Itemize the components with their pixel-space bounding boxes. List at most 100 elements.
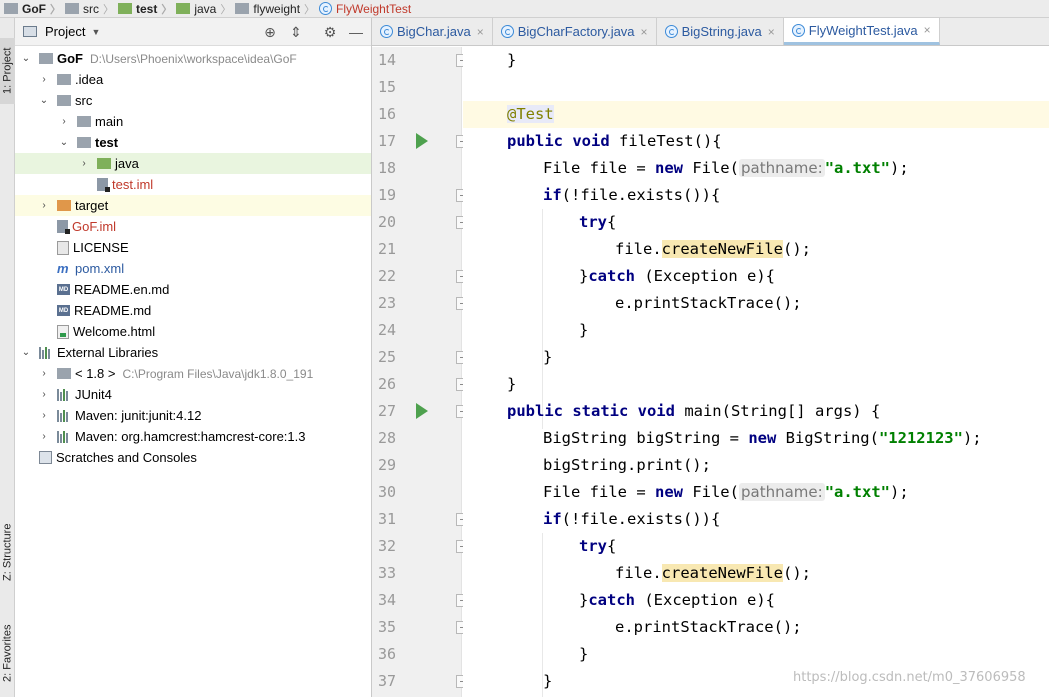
tab-bigchar[interactable]: BigChar.java × [372, 18, 493, 45]
tree-row-java[interactable]: › java [15, 153, 371, 174]
chevron-down-icon[interactable]: ▼ [91, 27, 100, 37]
line-number: 21 [377, 240, 396, 258]
chevron-right-icon[interactable]: › [39, 389, 49, 400]
hide-icon[interactable]: — [347, 23, 365, 41]
breadcrumb-item-flyweight[interactable]: flyweight 〉 [235, 1, 319, 17]
breadcrumb-item-gof[interactable]: GoF 〉 [4, 1, 65, 17]
editor-gutter: 14 15 16 17 18 19 20 21 22 23 24 25 26 2… [372, 47, 469, 697]
chevron-right-icon[interactable]: › [79, 158, 89, 169]
chevron-right-icon[interactable]: › [39, 431, 49, 442]
chevron-right-icon[interactable]: › [39, 410, 49, 421]
line-number: 29 [377, 456, 396, 474]
tree-path: D:\Users\Phoenix\workspace\idea\GoF [90, 51, 297, 66]
folder-icon [77, 137, 91, 148]
tree-label: pom.xml [75, 261, 125, 276]
tree-label: .idea [75, 72, 104, 87]
tree-row-junit4[interactable]: › JUnit4 [15, 384, 371, 405]
tree-row-external-libraries[interactable]: ⌄ External Libraries [15, 342, 371, 363]
tree-label: Maven: org.hamcrest:hamcrest-core:1.3 [75, 429, 306, 444]
chevron-right-icon: 〉 [304, 3, 316, 16]
tree-row-license[interactable]: LICENSE [15, 237, 371, 258]
tree-label: Maven: junit:junit:4.12 [75, 408, 202, 423]
run-main-icon[interactable] [416, 403, 428, 419]
chevron-right-icon[interactable]: › [59, 116, 69, 127]
tree-label: test [95, 135, 119, 150]
gear-icon[interactable]: ⚙ [321, 23, 339, 41]
close-icon[interactable]: × [768, 25, 775, 39]
chevron-right-icon[interactable]: › [39, 368, 49, 379]
tree-row-readme[interactable]: MD README.md [15, 300, 371, 321]
line-number: 37 [377, 672, 396, 690]
breadcrumb-item-test[interactable]: test 〉 [118, 1, 176, 17]
line-number: 25 [377, 348, 396, 366]
code-line-35: e.printStackTrace(); [615, 618, 802, 636]
tab-bigcharfactory[interactable]: BigCharFactory.java × [493, 18, 657, 45]
tree-row-src[interactable]: ⌄ src [15, 90, 371, 111]
tab-flyweighttest[interactable]: FlyWeightTest.java × [783, 18, 940, 45]
tree-row-main[interactable]: › main [15, 111, 371, 132]
line-number: 33 [377, 564, 396, 582]
editor-tab-bar: BigChar.java × BigCharFactory.java × Big… [372, 18, 1049, 46]
excluded-folder-icon [57, 200, 71, 211]
tree-label: Welcome.html [73, 324, 156, 339]
text-file-icon [57, 240, 69, 255]
chevron-right-icon: 〉 [220, 3, 232, 16]
tree-row-welcome[interactable]: Welcome.html [15, 321, 371, 342]
line-number: 23 [377, 294, 396, 312]
tree-row-test-iml[interactable]: test.iml [15, 174, 371, 195]
tree-row-idea[interactable]: › .idea [15, 69, 371, 90]
tool-tab-favorites[interactable]: 2: Favorites [0, 614, 15, 692]
tree-row-scratches[interactable]: Scratches and Consoles [15, 447, 371, 468]
tree-row-root[interactable]: ⌄ GoF D:\Users\Phoenix\workspace\idea\Go… [15, 48, 371, 69]
class-icon [380, 25, 393, 38]
code-line-30: File file = new File(pathname: "a.txt"); [543, 483, 909, 501]
tree-label: test.iml [112, 177, 154, 192]
tree-row-maven-junit[interactable]: › Maven: junit:junit:4.12 [15, 405, 371, 426]
chevron-down-icon[interactable]: ⌄ [21, 347, 31, 358]
tree-label: GoF.iml [72, 219, 117, 234]
project-view-selector[interactable]: Project [45, 24, 85, 39]
folder-icon [65, 3, 79, 14]
tree-row-target[interactable]: › target [15, 195, 371, 216]
tree-label: README.en.md [74, 282, 170, 297]
chevron-down-icon[interactable]: ⌄ [59, 137, 69, 148]
breadcrumb-item-flyweighttest[interactable]: FlyWeightTest [319, 2, 411, 16]
line-number: 22 [377, 267, 396, 285]
close-icon[interactable]: × [477, 25, 484, 39]
tool-tab-project[interactable]: 1: Project [0, 38, 15, 104]
tree-row-test[interactable]: ⌄ test [15, 132, 371, 153]
line-number: 36 [377, 645, 396, 663]
code-line-20: try{ [579, 213, 617, 231]
locate-icon[interactable]: ⊕ [261, 23, 279, 41]
code-editor[interactable]: } @Test public void fileTest(){ File fil… [463, 47, 1049, 697]
code-line-18: File file = new File(pathname: "a.txt"); [543, 159, 909, 177]
library-icon [57, 430, 71, 443]
tool-tab-structure[interactable]: Z: Structure [0, 510, 15, 594]
breadcrumb-item-src[interactable]: src 〉 [65, 1, 118, 17]
tree-row-maven-hamcrest[interactable]: › Maven: org.hamcrest:hamcrest-core:1.3 [15, 426, 371, 447]
chevron-right-icon[interactable]: › [39, 200, 49, 211]
tree-label: target [75, 198, 109, 213]
tree-row-pom[interactable]: m pom.xml [15, 258, 371, 279]
chevron-down-icon[interactable]: ⌄ [21, 53, 31, 64]
tree-row-gof-iml[interactable]: GoF.iml [15, 216, 371, 237]
tree-row-readme-en[interactable]: MD README.en.md [15, 279, 371, 300]
chevron-down-icon[interactable]: ⌄ [39, 95, 49, 106]
tab-bigstring[interactable]: BigString.java × [657, 18, 784, 45]
close-icon[interactable]: × [924, 23, 931, 37]
breadcrumb-item-java[interactable]: java 〉 [176, 1, 235, 17]
collapse-all-icon[interactable]: ⇕ [287, 23, 305, 41]
folder-icon [57, 95, 71, 106]
tree-label: java [115, 156, 139, 171]
maven-icon: m [57, 261, 69, 276]
tree-label: LICENSE [73, 240, 129, 255]
chevron-right-icon[interactable]: › [39, 74, 49, 85]
line-number: 24 [377, 321, 396, 339]
tree-row-jdk[interactable]: › < 1.8 > C:\Program Files\Java\jdk1.8.0… [15, 363, 371, 384]
watermark: https://blog.csdn.net/m0_37606958 [793, 670, 1026, 685]
class-icon [500, 25, 514, 38]
run-test-icon[interactable] [416, 133, 428, 149]
close-icon[interactable]: × [641, 25, 648, 39]
code-line-17: public void fileTest(){ [507, 132, 722, 150]
line-number: 15 [377, 78, 396, 96]
